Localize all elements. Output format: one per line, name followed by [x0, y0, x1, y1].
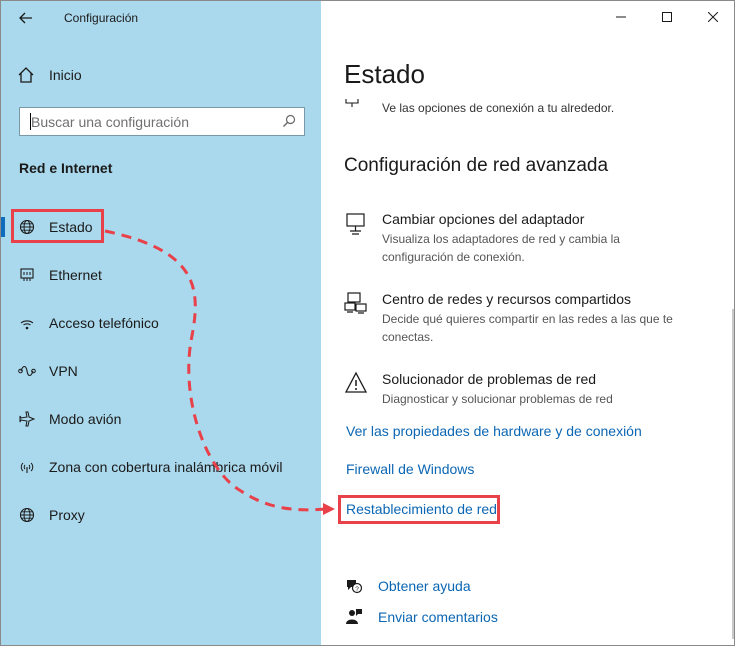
minimize-icon	[616, 16, 626, 18]
feedback-icon	[346, 609, 362, 624]
option-title: Cambiar opciones del adaptador	[382, 211, 585, 227]
sidebar-item-label: Zona con cobertura inalámbrica móvil	[49, 459, 283, 475]
main-content: Estado Ve las opciones de conexión a tu …	[321, 1, 734, 645]
feedback-label: Enviar comentarios	[378, 609, 498, 625]
option-adapter[interactable]: Cambiar opciones del adaptador Visualiza…	[344, 211, 684, 264]
sidebar-item-modo-avion[interactable]: Modo avión	[1, 401, 321, 437]
option-sharing-center[interactable]: Centro de redes y recursos compartidos D…	[344, 291, 684, 344]
sidebar-item-label: VPN	[49, 363, 78, 379]
dialup-icon	[18, 314, 36, 332]
maximize-button[interactable]	[644, 1, 690, 33]
sidebar-item-acceso-telefonico[interactable]: Acceso telefónico	[1, 305, 321, 341]
highlight-box	[11, 209, 104, 243]
feedback-link[interactable]: Enviar comentarios	[345, 608, 498, 626]
option-troubleshooter[interactable]: Solucionador de problemas de red Diagnos…	[344, 371, 684, 411]
sidebar-item-vpn[interactable]: VPN	[1, 353, 321, 389]
vpn-icon	[18, 362, 36, 380]
ethernet-icon	[18, 266, 36, 284]
sidebar-item-zona-cobertura[interactable]: Zona con cobertura inalámbrica móvil	[1, 449, 321, 485]
title-bar: Configuración	[1, 1, 321, 35]
app-title: Configuración	[64, 11, 139, 25]
wifi-icon	[343, 98, 361, 110]
option-desc: Decide qué quieres compartir en las rede…	[382, 312, 673, 344]
sharing-center-icon	[344, 292, 367, 314]
svg-text:?: ?	[355, 586, 359, 593]
warning-icon	[344, 371, 368, 393]
get-help-label: Obtener ayuda	[378, 578, 471, 594]
sidebar-item-label: Acceso telefónico	[49, 315, 159, 331]
maximize-icon	[662, 12, 672, 22]
nearby-connections-text: Ve las opciones de conexión a tu alreded…	[382, 101, 615, 115]
back-arrow-icon	[19, 12, 32, 24]
section-label: Red e Internet	[19, 160, 113, 176]
sidebar-item-label: Ethernet	[49, 267, 102, 283]
get-help-link[interactable]: ? Obtener ayuda	[345, 577, 471, 595]
sidebar-item-label: Modo avión	[49, 411, 122, 427]
help-chat-icon: ?	[347, 580, 363, 594]
search-placeholder: Buscar una configuración	[31, 114, 189, 130]
home-icon	[18, 67, 34, 83]
network-adapter-icon	[346, 213, 365, 235]
option-title: Centro de redes y recursos compartidos	[382, 291, 631, 307]
scrollbar[interactable]	[732, 309, 734, 639]
active-indicator	[1, 217, 5, 237]
highlight-box	[338, 495, 500, 524]
advanced-settings-heading: Configuración de red avanzada	[344, 155, 609, 176]
page-title: Estado	[344, 59, 425, 89]
hotspot-icon	[18, 458, 36, 476]
airplane-icon	[18, 410, 36, 428]
settings-window: Configuración Inicio Buscar una configur…	[0, 0, 735, 646]
sidebar-item-proxy[interactable]: Proxy	[1, 497, 321, 533]
globe-icon	[18, 506, 36, 524]
minimize-button[interactable]	[598, 1, 644, 33]
home-label: Inicio	[49, 67, 82, 83]
close-button[interactable]	[690, 1, 734, 33]
sidebar-item-label: Proxy	[49, 507, 85, 523]
search-icon[interactable]	[282, 114, 296, 128]
hardware-properties-link[interactable]: Ver las propiedades de hardware y de con…	[346, 423, 642, 439]
option-desc: Diagnosticar y solucionar problemas de r…	[382, 392, 613, 406]
sidebar: Configuración Inicio Buscar una configur…	[1, 1, 321, 645]
option-title: Solucionador de problemas de red	[382, 371, 597, 387]
option-desc: Visualiza los adaptadores de red y cambi…	[382, 232, 620, 264]
sidebar-item-ethernet[interactable]: Ethernet	[1, 257, 321, 293]
close-icon	[708, 12, 718, 22]
firewall-link[interactable]: Firewall de Windows	[346, 461, 474, 477]
search-input[interactable]: Buscar una configuración	[19, 107, 305, 136]
back-button[interactable]	[15, 8, 37, 28]
home-nav-item[interactable]: Inicio	[17, 64, 82, 86]
